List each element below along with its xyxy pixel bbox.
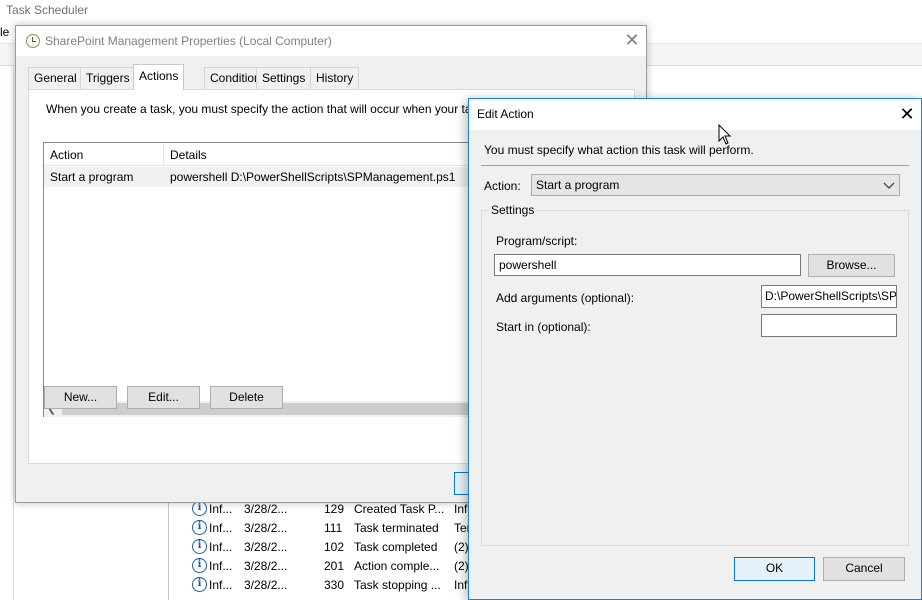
settings-legend: Settings (489, 203, 537, 217)
history-category: Task terminated (354, 521, 439, 535)
program-script-input[interactable]: powershell (494, 254, 801, 276)
edit-action-titlebar[interactable]: Edit Action ✕ (469, 99, 921, 130)
navigation-tree[interactable] (0, 66, 14, 600)
program-script-label: Program/script: (496, 234, 578, 248)
chevron-down-icon (883, 182, 895, 189)
history-operational: (2) (454, 559, 469, 573)
menu-file[interactable]: le (0, 25, 9, 39)
history-list[interactable]: i Inf... 3/28/2... 129 Created Task P...… (168, 500, 471, 600)
close-icon[interactable]: ✕ (623, 30, 641, 50)
edit-button[interactable]: Edit... (127, 386, 200, 409)
row-action-cell: Start a program (50, 170, 134, 184)
actions-list[interactable]: Action Details Start a program powershel… (43, 142, 483, 417)
history-level: Inf... (209, 540, 233, 554)
list-header: Action Details (44, 143, 482, 166)
history-event-id: 201 (324, 559, 345, 573)
edit-action-title: Edit Action (477, 107, 534, 121)
history-operational: (2) (454, 540, 469, 554)
history-level: Inf... (209, 521, 233, 535)
row-details-cell: powershell D:\PowerShellScripts\SPManage… (170, 170, 456, 184)
info-icon: i (192, 501, 207, 516)
delete-button[interactable]: Delete (210, 386, 283, 409)
start-in-label: Start in (optional): (496, 320, 591, 334)
history-event-id: 111 (324, 521, 343, 535)
ok-button[interactable]: OK (734, 557, 815, 581)
column-header-details[interactable]: Details (170, 148, 207, 162)
history-event-id: 129 (324, 502, 345, 516)
info-icon: i (192, 539, 207, 554)
history-date: 3/28/2... (244, 502, 288, 516)
history-event-id: 102 (324, 540, 345, 554)
info-icon: i (192, 558, 207, 573)
history-category: Created Task P... (354, 502, 445, 516)
action-select-value: Start a program (536, 178, 620, 192)
history-date: 3/28/2... (244, 540, 288, 554)
history-date: 3/28/2... (244, 578, 288, 592)
properties-title: SharePoint Management Properties (Local … (45, 34, 332, 48)
new-button[interactable]: New... (44, 386, 117, 409)
history-level: Inf... (209, 502, 233, 516)
history-category: Task stopping ... (354, 578, 441, 592)
task-clock-icon (26, 34, 40, 48)
action-label: Action: (484, 179, 521, 193)
divider (481, 165, 909, 166)
actions-description: When you create a task, you must specify… (46, 102, 472, 116)
history-event-id: 330 (324, 578, 345, 592)
properties-titlebar[interactable]: SharePoint Management Properties (Local … (16, 26, 646, 56)
cancel-button[interactable]: Cancel (823, 557, 905, 581)
history-date: 3/28/2... (244, 559, 288, 573)
arguments-label: Add arguments (optional): (496, 291, 635, 305)
tab-general[interactable]: General (28, 67, 83, 89)
column-header-action[interactable]: Action (50, 148, 83, 162)
history-operational: Inf (454, 502, 468, 516)
edit-action-dialog: Edit Action ✕ You must specify what acti… (468, 98, 922, 600)
info-icon: i (192, 577, 207, 592)
history-date: 3/28/2... (244, 521, 288, 535)
action-select[interactable]: Start a program (531, 174, 900, 196)
history-row[interactable]: i Inf... 3/28/2... 330 Task stopping ...… (189, 576, 469, 595)
info-icon: i (192, 520, 207, 535)
history-level: Inf... (209, 559, 233, 573)
list-item[interactable]: Start a program powershell D:\PowerShell… (44, 167, 482, 187)
history-category: Task completed (354, 540, 438, 554)
instruction-text: You must specify what action this task w… (484, 143, 754, 157)
history-level: Inf... (209, 578, 233, 592)
mouse-cursor-icon (718, 124, 732, 145)
browse-button[interactable]: Browse... (808, 254, 895, 277)
history-row[interactable]: i Inf... 3/28/2... 201 Action comple... … (189, 557, 469, 576)
close-icon[interactable]: ✕ (897, 104, 917, 124)
history-operational: Inf (454, 578, 468, 592)
tab-history[interactable]: History (310, 67, 360, 89)
arguments-input[interactable]: D:\PowerShellScripts\SPI (761, 285, 897, 308)
tab-triggers[interactable]: Triggers (80, 67, 136, 89)
window-title: Task Scheduler (6, 3, 89, 17)
tab-actions[interactable]: Actions (133, 64, 185, 90)
start-in-input[interactable] (761, 314, 897, 337)
column-divider[interactable] (163, 143, 164, 166)
history-category: Action comple... (354, 559, 440, 573)
history-row[interactable]: i Inf... 3/28/2... 111 Task terminated T… (189, 519, 471, 538)
history-row[interactable]: i Inf... 3/28/2... 102 Task completed (2… (189, 538, 469, 557)
tab-settings[interactable]: Settings (256, 67, 312, 89)
